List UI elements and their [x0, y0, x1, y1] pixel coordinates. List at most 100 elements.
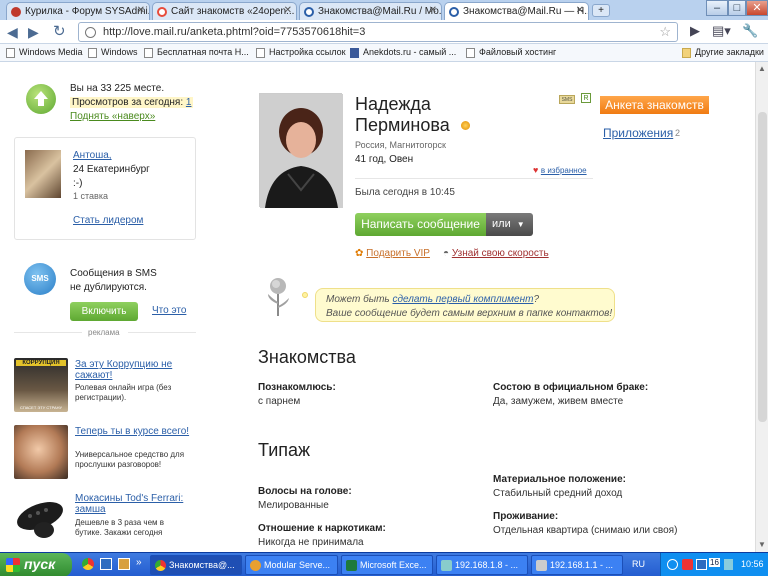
enable-sms-button[interactable]: Включить	[70, 302, 138, 321]
expand-quicklaunch-icon[interactable]: »	[136, 557, 142, 568]
scrollbar-thumb[interactable]	[758, 112, 767, 422]
type-heading: Типаж	[258, 440, 311, 460]
tab-forum[interactable]: Курилка - Форум SYSAdmi... ✕	[6, 2, 150, 20]
maximize-button[interactable]: □	[728, 0, 746, 16]
r-badge-icon: R	[581, 93, 591, 103]
minimize-button[interactable]: –	[706, 0, 728, 16]
system-tray: 16 10:56	[660, 553, 768, 576]
thought-dot	[302, 292, 308, 298]
ad-moccasins-title[interactable]: Мокасины Tod's Ferrari: замша	[75, 493, 199, 515]
speed-test[interactable]: ◓ Узнай свою скорость	[443, 248, 549, 259]
leader-city: 24 Екатеринбург	[73, 164, 150, 175]
close-window-button[interactable]: ✕	[746, 0, 768, 16]
leader-name[interactable]: Антоша,	[73, 150, 112, 161]
tab-mail-love-active[interactable]: Знакомства@Mail.Ru — Н... ✕	[444, 2, 589, 21]
bookmark-link-settings[interactable]: Настройка ссылок	[256, 47, 346, 58]
tray-chat-icon[interactable]	[696, 559, 707, 570]
bookmark-star-icon[interactable]: ☆	[659, 24, 671, 40]
page-icon	[466, 48, 475, 58]
seeking-label: Познакомлюсь:	[258, 382, 336, 393]
tab-mail-love-1[interactable]: Знакомства@Mail.Ru / Мо... ✕	[299, 2, 442, 20]
task-chrome[interactable]: Знакомства@...	[150, 555, 242, 575]
language-indicator[interactable]: RU	[632, 559, 645, 569]
tray-counter[interactable]: 16	[709, 558, 720, 567]
page-menu-icon[interactable]: ▤▾	[712, 23, 731, 39]
ad-banner-caption: СПАСЕТ ЭТУ СТРАНУ	[19, 405, 63, 410]
add-favorites[interactable]: ♥ в избранное	[533, 165, 587, 175]
compliment-line1: Может быть сделать первый комплимент?	[326, 294, 539, 305]
remote-desktop-icon	[536, 560, 547, 571]
wrench-menu-icon[interactable]: 🔧	[742, 23, 758, 39]
ads-label: реклама	[88, 328, 120, 337]
task-remote-8[interactable]: 192.168.1.8 - ...	[436, 555, 528, 575]
or-dropdown-button[interactable]: или ▼	[486, 213, 533, 236]
rank-text: Вы на 33 225 месте.	[70, 83, 165, 94]
tray-network-icon[interactable]	[724, 559, 733, 570]
address-bar[interactable]: http://love.mail.ru/anketa.phtml?oid=775…	[78, 22, 678, 42]
start-button[interactable]: пуск	[0, 553, 72, 576]
bookmark-anekdots[interactable]: Anekdots.ru - самый ...	[350, 47, 456, 58]
ie-quicklaunch-icon[interactable]	[100, 558, 112, 570]
chrome-quicklaunch-icon[interactable]	[82, 558, 94, 570]
play-icon[interactable]: ▶	[690, 23, 700, 39]
close-tab-icon[interactable]: ✕	[576, 5, 584, 16]
leader-card: Антоша, 24 Екатеринбург :-) 1 ставка Ста…	[14, 137, 196, 240]
speedometer-icon: ◓	[443, 248, 450, 259]
globe-icon	[85, 27, 96, 38]
tab-bar: Курилка - Форум SYSAdmi... ✕ Сайт знаком…	[0, 0, 768, 21]
close-tab-icon[interactable]: ✕	[284, 5, 292, 16]
ad-corruption-banner[interactable]: КОРРУПЦИЯ СПАСЕТ ЭТУ СТРАНУ	[14, 358, 68, 412]
profile-first-name: Надежда	[355, 94, 431, 114]
tray-heart-icon[interactable]	[682, 559, 693, 570]
page-icon	[256, 48, 265, 58]
task-remote-1[interactable]: 192.168.1.1 - ...	[531, 555, 623, 575]
close-tab-icon[interactable]: ✕	[429, 5, 437, 16]
views-count-link[interactable]: 1	[186, 97, 192, 108]
online-sun-icon	[461, 121, 470, 130]
leader-avatar[interactable]	[25, 150, 61, 198]
apps-link[interactable]: Приложения	[603, 126, 673, 140]
scroll-up-icon[interactable]: ▲	[758, 64, 766, 73]
marriage-value: Да, замужем, живем вместе	[493, 396, 624, 407]
ad-banner-text: КОРРУПЦИЯ	[16, 360, 66, 366]
ad-corruption-desc: Ролевая онлайн игра (без регистрации).	[75, 383, 172, 402]
folder-quicklaunch-icon[interactable]	[118, 558, 130, 570]
bookmark-free-mail[interactable]: Бесплатная почта Н...	[144, 47, 249, 58]
page-icon	[144, 48, 153, 58]
tray-back-icon[interactable]	[667, 559, 678, 570]
task-excel[interactable]: Microsoft Exce...	[341, 555, 433, 575]
bookmark-windows-media[interactable]: Windows Media	[6, 47, 83, 58]
ad-moccasins-photo[interactable]	[14, 492, 68, 544]
ad-intercept-title[interactable]: Теперь ты в курсе всего!	[75, 426, 193, 437]
gift-vip[interactable]: ✿ Подарить VIP	[355, 248, 430, 259]
close-tab-icon[interactable]: ✕	[137, 5, 145, 16]
bookmark-file-hosting[interactable]: Файловый хостинг	[466, 47, 556, 58]
at-favicon-icon	[449, 7, 459, 17]
bookmark-windows[interactable]: Windows	[88, 47, 138, 58]
forward-arrow-icon[interactable]: ▶	[28, 24, 39, 41]
reload-icon[interactable]: ↻	[53, 22, 66, 40]
raise-top-link[interactable]: Поднять «наверх»	[70, 111, 155, 122]
tab-24open[interactable]: Сайт знакомств «24open... ✕	[152, 2, 297, 20]
leader-status: :-)	[73, 178, 83, 189]
sms-badge-icon: SMS	[559, 95, 575, 104]
back-arrow-icon[interactable]: ◀	[7, 24, 18, 41]
first-compliment-link[interactable]: сделать первый комплимент	[392, 294, 533, 305]
new-tab-button[interactable]: +	[592, 4, 610, 17]
vertical-scrollbar[interactable]: ▲ ▼	[755, 62, 768, 552]
anketa-button[interactable]: Анкета знакомств	[600, 96, 709, 114]
windows-flag-icon	[6, 558, 20, 572]
ad-woman-photo[interactable]	[14, 425, 68, 479]
what-is-this-link[interactable]: Что это	[152, 305, 186, 316]
scroll-down-icon[interactable]: ▼	[758, 540, 766, 549]
url-text: http://love.mail.ru/anketa.phtml?oid=775…	[103, 26, 366, 38]
chrome-icon	[155, 560, 166, 571]
task-modular-server[interactable]: Modular Serve...	[245, 555, 338, 575]
raise-up-icon[interactable]	[26, 84, 56, 114]
ad-corruption-title[interactable]: За эту Коррупцию не сажают!	[75, 359, 193, 381]
other-bookmarks[interactable]: Другие закладки	[682, 47, 764, 58]
become-leader-link[interactable]: Стать лидером	[73, 215, 143, 226]
living-label: Проживание:	[493, 511, 559, 522]
write-message-button[interactable]: Написать сообщение	[355, 213, 486, 236]
profile-photo[interactable]	[259, 93, 343, 208]
